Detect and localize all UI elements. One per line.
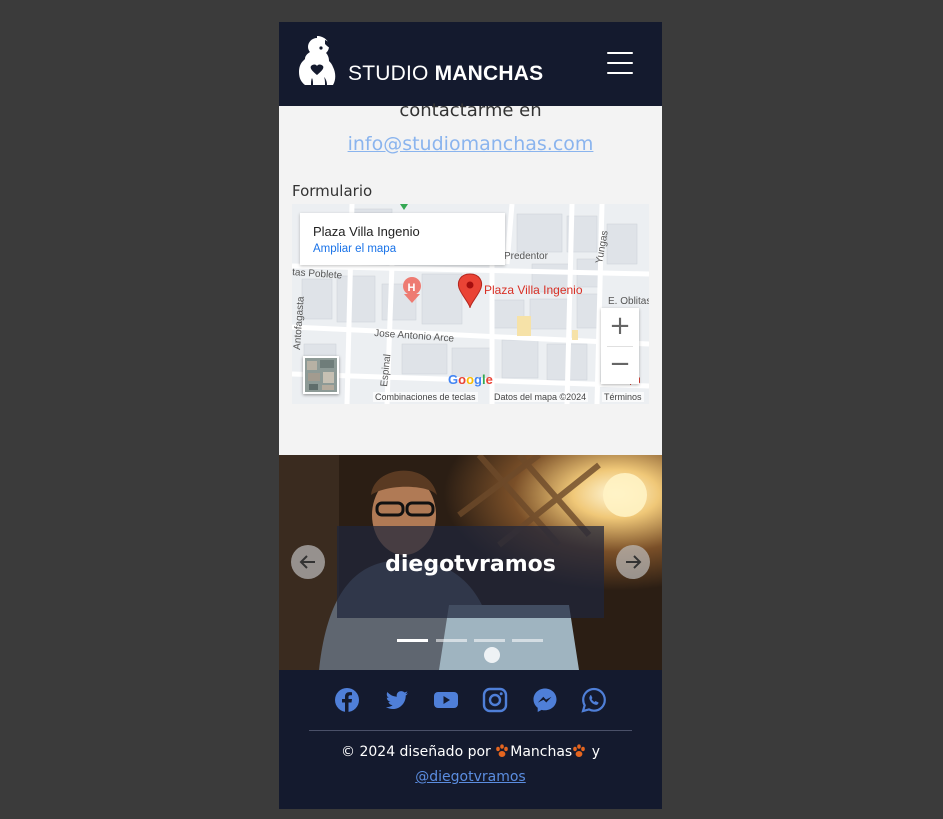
satellite-thumbnail[interactable]	[303, 356, 339, 394]
facebook-icon[interactable]	[334, 687, 360, 713]
twitter-icon[interactable]	[384, 687, 410, 713]
keyboard-shortcuts-link[interactable]: Combinaciones de teclas	[373, 392, 478, 402]
messenger-icon[interactable]	[532, 687, 558, 713]
instagram-icon[interactable]	[482, 687, 508, 713]
footer-divider	[309, 730, 632, 731]
google-logo: Google	[448, 372, 493, 387]
svg-text:H: H	[408, 282, 416, 294]
form-label: Formulario	[292, 182, 373, 200]
terms-link[interactable]: Términos	[602, 392, 644, 402]
street-label-predentor: Predentor	[504, 251, 549, 262]
carousel-indicator-4[interactable]	[512, 639, 543, 642]
carousel-caption-box: diegotvramos	[337, 526, 604, 618]
carousel-indicators	[397, 639, 547, 643]
zoom-in-button[interactable]: +	[601, 308, 639, 346]
arrow-right-icon	[626, 555, 642, 569]
site-header: STUDIO MANCHAS	[279, 22, 662, 106]
copyright-suffix: y	[591, 744, 600, 760]
map-data-text: Datos del mapa ©2024	[492, 392, 589, 402]
paw-icon	[573, 744, 586, 757]
paw-icon	[496, 744, 509, 757]
copyright-prefix: © 2024 diseñado por	[341, 744, 491, 760]
email-link[interactable]: info@studiomanchas.com	[279, 133, 662, 155]
map-place-card: Plaza Villa Ingenio Ampliar el mapa	[300, 213, 505, 265]
expand-map-link[interactable]: Ampliar el mapa	[313, 243, 396, 255]
carousel-prev-button[interactable]	[291, 545, 325, 579]
dog-logo-icon[interactable]	[295, 36, 337, 88]
zoom-out-button[interactable]: −	[601, 346, 639, 384]
copyright-text: © 2024 diseñado por Manchas y	[279, 744, 662, 760]
copyright-brand: Manchas	[510, 744, 573, 760]
map-pin-label[interactable]: Plaza Villa Ingenio	[484, 283, 583, 297]
carousel-indicator-3[interactable]	[474, 639, 505, 642]
embedded-map[interactable]: Jose Antonio Arce tas Poblete Predentor …	[292, 204, 649, 404]
map-zoom-controls: + −	[601, 308, 639, 384]
author-handle-link[interactable]: @diegotvramos	[279, 769, 662, 785]
map-footer: Combinaciones de teclas Datos del mapa ©…	[292, 391, 649, 404]
youtube-icon[interactable]	[433, 687, 459, 713]
contact-text: contactarme en	[399, 100, 542, 121]
site-footer: © 2024 diseñado por Manchas y @diegotvra…	[279, 670, 662, 809]
page-frame: STUDIO MANCHAS contactarme en info@studi…	[279, 22, 662, 809]
street-label-oblitas: E. Oblitas	[608, 296, 649, 307]
carousel-next-button[interactable]	[616, 545, 650, 579]
whatsapp-icon[interactable]	[581, 687, 607, 713]
carousel-caption: diegotvramos	[385, 552, 556, 577]
carousel-indicator-1[interactable]	[397, 639, 428, 642]
brand-light: STUDIO	[348, 62, 429, 85]
brand-bold: MANCHAS	[434, 62, 544, 85]
social-links	[279, 687, 662, 717]
image-carousel[interactable]: diegotvramos	[279, 455, 662, 670]
hamburger-menu-icon[interactable]	[607, 52, 633, 74]
arrow-left-icon	[299, 555, 315, 569]
carousel-indicator-2[interactable]	[436, 639, 467, 642]
map-place-name: Plaza Villa Ingenio	[313, 224, 420, 239]
brand-name[interactable]: STUDIO MANCHAS	[348, 62, 543, 86]
